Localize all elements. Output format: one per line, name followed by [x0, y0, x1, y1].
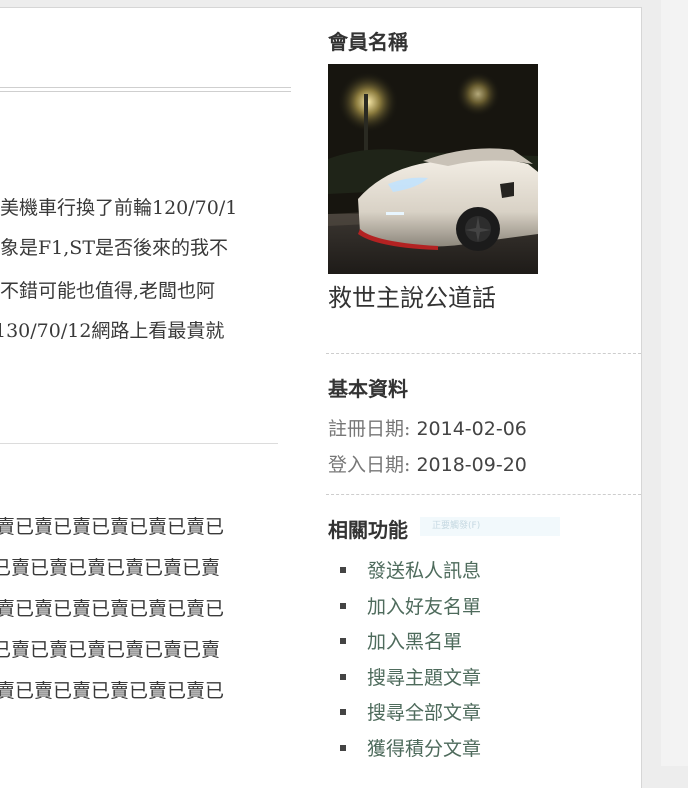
search-topics-link[interactable]: 搜尋主題文章	[338, 663, 481, 699]
scrollbar-track[interactable]	[661, 0, 688, 766]
bullet-icon	[340, 709, 346, 716]
post-text-line: 不錯可能也值得,老闆也阿	[0, 280, 216, 302]
post-header-divider	[0, 87, 291, 92]
register-date-row: 註冊日期: 2014-02-06	[328, 415, 527, 443]
bullet-icon	[340, 602, 346, 609]
faint-tooltip-hint: 正要觸發(F)	[420, 517, 560, 536]
login-date-value: 2018-09-20	[416, 454, 527, 476]
bullet-icon	[340, 638, 346, 645]
login-date-row: 登入日期: 2018-09-20	[328, 451, 527, 479]
function-label: 加入好友名單	[367, 595, 482, 618]
send-private-message-link[interactable]: 發送私人訊息	[338, 556, 481, 592]
member-name-heading: 會員名稱	[328, 30, 408, 54]
register-date-label: 註冊日期:	[328, 418, 417, 440]
post-text-line: 象是F1,ST是否後來的我不	[0, 237, 229, 259]
section-divider	[326, 353, 641, 354]
signature-line: 已賣已賣已賣已賣已賣已賣	[0, 557, 221, 579]
username[interactable]: 救世主說公道話	[328, 281, 496, 315]
basic-info-heading: 基本資料	[328, 377, 408, 401]
signature-line: 賣已賣已賣已賣已賣已賣已	[0, 680, 225, 702]
add-blacklist-link[interactable]: 加入黑名單	[338, 627, 481, 663]
function-label: 搜尋主題文章	[367, 666, 482, 689]
function-label: 搜尋全部文章	[367, 702, 482, 725]
login-date-label: 登入日期:	[328, 454, 417, 476]
avatar-car-photo	[328, 64, 538, 274]
signature-line: 賣已賣已賣已賣已賣已賣已	[0, 598, 225, 620]
post-divider	[0, 443, 278, 444]
bullet-icon	[340, 744, 346, 751]
add-friend-link[interactable]: 加入好友名單	[338, 592, 481, 628]
bullet-icon	[340, 673, 346, 680]
section-divider	[326, 494, 641, 495]
content-panel	[0, 7, 642, 788]
function-label: 發送私人訊息	[367, 560, 482, 582]
signature-line: 已賣已賣已賣已賣已賣已賣	[0, 639, 221, 661]
points-posts-link[interactable]: 獲得積分文章	[338, 734, 481, 770]
signature-line: 賣已賣已賣已賣已賣已賣已	[0, 516, 225, 538]
post-text-line: 美機車行換了前輪120/70/1	[0, 197, 238, 219]
function-label: 加入黑名單	[367, 631, 463, 654]
avatar[interactable]	[328, 64, 538, 274]
function-label: 獲得積分文章	[367, 737, 482, 760]
bullet-icon	[340, 567, 346, 573]
post-text-line: 130/70/12網路上看最貴就	[0, 320, 225, 342]
related-functions-list: 發送私人訊息 加入好友名單 加入黑名單 搜尋主題文章 搜尋全部文章 獲得積分文章	[338, 556, 481, 770]
search-all-posts-link[interactable]: 搜尋全部文章	[338, 698, 481, 734]
related-functions-heading: 相關功能	[328, 518, 408, 542]
register-date-value: 2014-02-06	[416, 418, 527, 440]
